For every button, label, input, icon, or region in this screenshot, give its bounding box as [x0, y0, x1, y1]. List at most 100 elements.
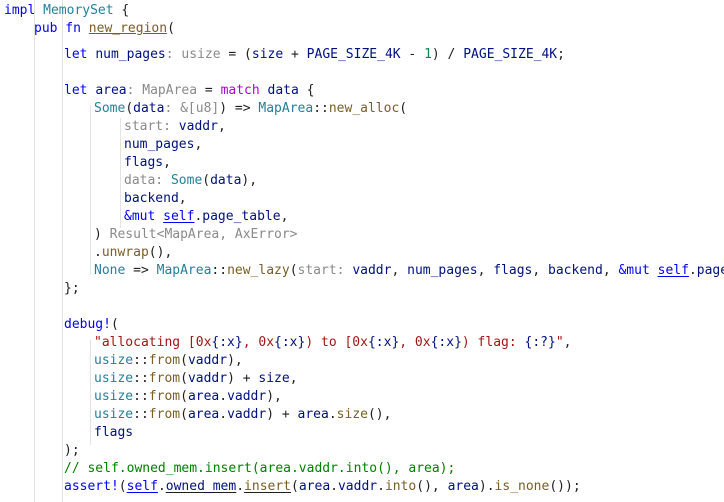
inlay-hint: Result<MapArea, AxError> [109, 227, 298, 242]
code-token: is_none [494, 479, 550, 494]
code-token: vaddr [187, 371, 228, 386]
indent-guide [34, 0, 35, 502]
indent-guide [62, 0, 63, 502]
code-token: &mut [124, 209, 156, 224]
code-token: (), [367, 407, 392, 422]
code-token: &mut [618, 263, 650, 278]
code-token: ), [241, 173, 258, 188]
code-token: self [126, 479, 158, 494]
code-token: ( [289, 263, 298, 278]
code-token: , 0x [242, 335, 275, 350]
code-token: {:x} [367, 335, 400, 350]
code-token: ), [266, 389, 282, 404]
code-token: Some [170, 173, 203, 188]
code-token: , [391, 263, 408, 278]
inlay-hint: : usize [165, 47, 221, 62]
code-token: ( [180, 407, 188, 422]
code-token: . [377, 479, 385, 494]
code-token: , [477, 263, 494, 278]
code-token: , [194, 137, 203, 152]
code-token: ( [291, 479, 299, 494]
code-token: usize [94, 407, 134, 422]
code-token: from [148, 353, 181, 368]
code-line: flags [94, 424, 133, 442]
code-token: , [289, 371, 298, 386]
indent-guide [120, 118, 121, 228]
code-token: vaddr [337, 479, 378, 494]
code-token: ) to [0x [305, 335, 368, 350]
code-line: ) Result<MapArea, AxError> [94, 226, 298, 244]
code-token: let [64, 47, 88, 62]
code-token: assert! [64, 479, 119, 494]
code-token: flags [124, 155, 164, 170]
code-token: vaddr [178, 119, 218, 134]
code-line: debug! ( [64, 316, 119, 334]
code-token: , 0x [399, 335, 431, 350]
code-token: area [187, 389, 220, 404]
code-token: ( [180, 371, 188, 386]
code-line: None => MapArea :: new_lazy ( start: vad… [94, 262, 724, 280]
code-token: ; [557, 47, 565, 62]
code-token: . [219, 407, 228, 422]
code-token: vaddr [227, 389, 267, 404]
code-line: data: Some ( data ), [124, 172, 257, 190]
code-token: ( [180, 389, 188, 404]
code-token: ( [180, 353, 188, 368]
code-token: , [217, 119, 226, 134]
code-token: area [447, 479, 479, 494]
code-editor[interactable]: impl MemorySet { pub fn new_region ( let… [0, 0, 724, 502]
code-token: num_pages [407, 263, 478, 278]
code-line: &mut self . page_table , [124, 208, 288, 226]
code-token: :: [211, 263, 228, 278]
code-token: . [688, 263, 697, 278]
code-token: = ( [220, 47, 252, 62]
code-line: assert! ( self . owned_mem . insert ( ar… [64, 478, 581, 496]
code-token: ), [227, 353, 243, 368]
code-token: match [220, 83, 260, 98]
code-token: // self.owned_mem.insert(area.vaddr.into… [64, 461, 456, 476]
code-token: ). [478, 479, 495, 494]
code-token: page_tab [696, 263, 724, 278]
code-token: . [157, 479, 166, 494]
code-line: backend , [124, 190, 187, 208]
code-line: impl MemorySet { [4, 2, 129, 20]
code-token: PAGE_SIZE_4K [306, 47, 401, 62]
code-token: . [194, 209, 203, 224]
code-token: "allocating [0x [94, 335, 212, 350]
code-token: owned_mem [165, 479, 237, 494]
code-token: (), [148, 245, 173, 260]
code-token: pub fn [34, 21, 81, 36]
code-line: usize :: from ( vaddr ), [94, 352, 243, 370]
code-token: vaddr [352, 263, 392, 278]
code-token: MapArea [258, 101, 314, 116]
code-token: Some [94, 101, 126, 116]
code-token: , [280, 209, 289, 224]
code-line: flags , [124, 154, 171, 172]
code-token: ( [110, 317, 119, 332]
code-token: . [94, 245, 102, 260]
code-token: { [298, 83, 315, 98]
code-line: // self.owned_mem.insert(area.vaddr.into… [64, 460, 455, 478]
code-token: area [95, 83, 127, 98]
inlay-hint: start: [297, 263, 353, 278]
code-line: "allocating [0x {:x} , 0x {:x} ) to [0x … [94, 334, 572, 352]
code-token: size [251, 47, 284, 62]
code-token: from [148, 371, 181, 386]
code-token: insert [244, 479, 292, 494]
code-token: ) + [227, 371, 259, 386]
code-token: ( [125, 101, 134, 116]
code-token: . [328, 407, 337, 422]
code-token: vaddr [227, 407, 267, 422]
code-line: num_pages , [124, 136, 202, 154]
code-token: 1 [424, 47, 432, 62]
code-line: . unwrap (), [94, 244, 172, 262]
code-token: size [336, 407, 368, 422]
code-token: into [384, 479, 417, 494]
code-token: MemorySet [43, 3, 114, 18]
code-line: }; [64, 280, 80, 298]
code-token: usize [94, 353, 134, 368]
code-token: area [187, 407, 220, 422]
code-token: . [236, 479, 245, 494]
